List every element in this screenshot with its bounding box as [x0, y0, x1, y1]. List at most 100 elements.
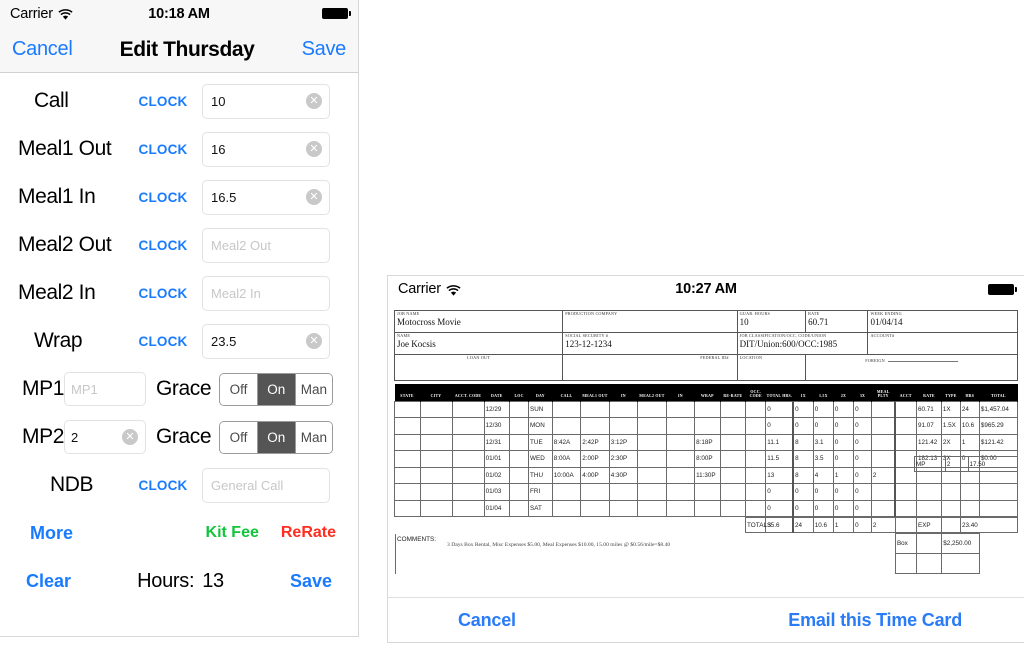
cell-x3[interactable]: 0 [853, 433, 872, 451]
cell-acct-code[interactable] [451, 400, 485, 418]
segment-mp1-on[interactable]: On [257, 373, 296, 405]
cell-meal-plty[interactable] [870, 483, 896, 501]
cell-call[interactable]: 8:00A [551, 450, 582, 468]
cell-acct-code[interactable] [451, 450, 485, 468]
cell-city[interactable] [419, 466, 453, 484]
cell-x3[interactable]: 0 [853, 400, 872, 418]
clock-button-meal2-out[interactable]: CLOCK [132, 238, 194, 253]
cell-rerate[interactable] [719, 466, 747, 484]
cell-total-hrs[interactable]: 0 [765, 400, 794, 418]
cell-acct-code[interactable] [451, 483, 485, 501]
clock-button-call[interactable]: CLOCK [132, 94, 194, 109]
cell-x2[interactable]: 1 [832, 466, 855, 484]
cell-date[interactable]: 01/04 [483, 499, 511, 517]
cell-occ[interactable] [745, 483, 767, 501]
clock-button-ndb[interactable]: CLOCK [132, 478, 194, 493]
cell-wrap[interactable] [694, 417, 721, 435]
field-loan-out[interactable]: LOAN OUT [393, 354, 564, 381]
cell-meal2in[interactable] [665, 483, 696, 501]
cell-wrap[interactable] [694, 483, 721, 501]
cell-meal2out[interactable] [637, 433, 667, 451]
cell-meal2out[interactable] [637, 400, 667, 418]
field-foreign[interactable]: FOREIGN [805, 354, 1018, 381]
cell-hrs[interactable]: 24 [959, 400, 980, 418]
cell-type[interactable]: 2X [940, 433, 961, 451]
cell-hrs[interactable] [959, 483, 980, 501]
cell-meal2out[interactable] [637, 466, 667, 484]
cell-occ[interactable] [745, 433, 767, 451]
cell-city[interactable] [419, 499, 453, 517]
cell-total-hrs[interactable]: 11.5 [765, 450, 794, 468]
clear-icon-meal1-in[interactable]: ✕ [306, 189, 322, 205]
cell-city[interactable] [419, 417, 453, 435]
cell-occ[interactable] [745, 499, 767, 517]
cell-rerate[interactable] [719, 417, 747, 435]
cell-meal-plty[interactable] [870, 499, 896, 517]
cell-total-hrs[interactable]: 0 [765, 483, 794, 501]
cell-meal2out[interactable] [637, 450, 667, 468]
field-account[interactable]: ACCOUNT# [867, 332, 1018, 355]
cell-rate[interactable] [915, 483, 942, 501]
cell-acct[interactable] [894, 499, 917, 517]
cell-meal2in[interactable] [665, 499, 696, 517]
cell-call[interactable] [551, 499, 582, 517]
cell-day[interactable]: TUE [528, 433, 553, 451]
cell-call[interactable] [551, 400, 582, 418]
cell-meal1in[interactable] [608, 483, 639, 501]
cell-type[interactable]: 1X [940, 400, 961, 418]
cell-acct-code[interactable] [451, 417, 485, 435]
cell-meal1in[interactable] [608, 400, 639, 418]
clock-button-meal1-in[interactable]: CLOCK [132, 190, 194, 205]
cell-x1[interactable]: 0 [792, 400, 814, 418]
cell-total[interactable] [978, 499, 1019, 517]
cell-x15[interactable]: 0 [812, 483, 834, 501]
cell-x2[interactable]: 0 [832, 417, 855, 435]
cell-loc[interactable] [509, 499, 530, 517]
cell-rate[interactable] [915, 499, 942, 517]
table-row[interactable]: 12/31 TUE 8:42A 2:42P 3:12P 8:18P 11.1 8 3.1 0 0 12… [394, 433, 1019, 451]
cell-meal2in[interactable] [665, 433, 696, 451]
cell-date[interactable]: 12/31 [483, 433, 511, 451]
cell-city[interactable] [419, 400, 453, 418]
cell-x15[interactable]: 0 [812, 400, 834, 418]
cell-wrap[interactable] [694, 499, 721, 517]
cell-state[interactable] [394, 466, 421, 484]
cell-loc[interactable] [509, 433, 530, 451]
cell-x15[interactable]: 0 [812, 499, 834, 517]
cell-x3[interactable]: 0 [853, 466, 872, 484]
cell-loc[interactable] [509, 466, 530, 484]
cell-call[interactable]: 10:00A [551, 466, 582, 484]
cell-total-hrs[interactable]: 13 [765, 466, 794, 484]
segmented-grace-mp2[interactable]: Off On Man [219, 420, 334, 454]
cell-loc[interactable] [509, 483, 530, 501]
cell-date[interactable]: 12/30 [483, 417, 511, 435]
clear-icon-meal1-out[interactable]: ✕ [306, 141, 322, 157]
field-federal-id[interactable]: FEDERAL ID# [562, 354, 738, 381]
cell-rate[interactable]: 60.71 [915, 400, 942, 418]
cell-x1[interactable]: 0 [792, 417, 814, 435]
field-rate[interactable]: RATE 60.71 [805, 310, 869, 333]
cell-rerate[interactable] [719, 433, 747, 451]
timecard-cancel-button[interactable]: Cancel [458, 610, 516, 631]
cell-acct[interactable] [894, 417, 917, 435]
save-button[interactable]: Save [302, 38, 347, 61]
clear-icon-call[interactable]: ✕ [306, 93, 322, 109]
segment-mp1-off[interactable]: Off [220, 373, 258, 405]
cell-meal-plty[interactable] [870, 450, 896, 468]
clear-icon-wrap[interactable]: ✕ [306, 333, 322, 349]
cell-total[interactable]: $965.29 [978, 417, 1019, 435]
cell-acct[interactable] [894, 400, 917, 418]
cell-meal2out[interactable] [637, 417, 667, 435]
cell-type[interactable]: 1.5X [940, 417, 961, 435]
field-guar-hours[interactable]: GUAR. HOURS 10 [736, 310, 807, 333]
cell-loc[interactable] [509, 400, 530, 418]
field-name[interactable]: NAME Joe Kocsis [393, 332, 564, 355]
cell-x1[interactable]: 8 [792, 466, 814, 484]
segmented-grace-mp1[interactable]: Off On Man [219, 372, 334, 406]
cell-call[interactable] [551, 483, 582, 501]
cell-meal-plty[interactable] [870, 433, 896, 451]
email-timecard-button[interactable]: Email this Time Card [788, 610, 962, 631]
cell-meal1in[interactable]: 4:30P [608, 466, 639, 484]
cell-state[interactable] [394, 400, 421, 418]
cell-meal1in[interactable]: 2:30P [608, 450, 639, 468]
